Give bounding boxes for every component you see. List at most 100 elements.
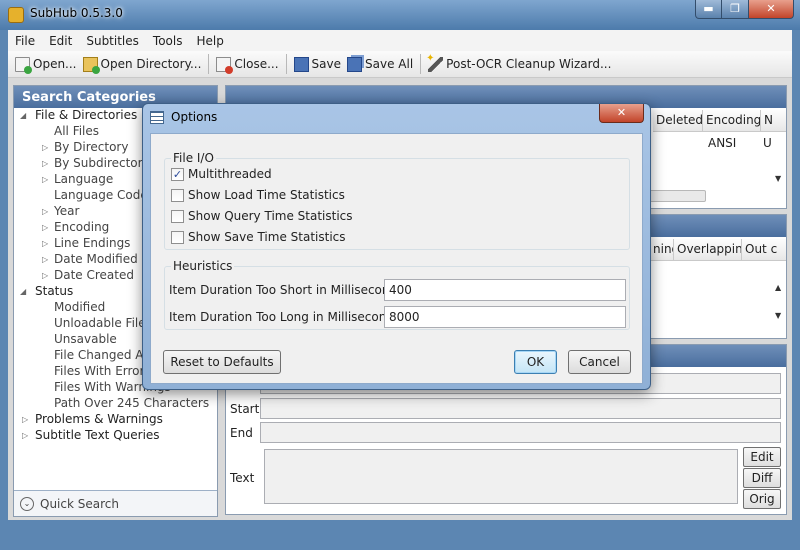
post-ocr-button[interactable]: Post-OCR Cleanup Wizard... xyxy=(425,53,614,75)
scroll-up-icon[interactable]: ▲ xyxy=(775,283,781,292)
quick-search-toggle[interactable]: ⌄ Quick Search xyxy=(14,490,217,516)
start-label: Start xyxy=(230,402,260,416)
menu-file[interactable]: File xyxy=(8,34,42,48)
tree-item-modified[interactable]: Modified xyxy=(54,300,105,314)
query-time-option[interactable]: Show Query Time Statistics xyxy=(171,209,353,223)
tree-item-status[interactable]: Status xyxy=(35,284,73,298)
tree-item-unsavable[interactable]: Unsavable xyxy=(54,332,117,346)
collapsed-arrow-icon[interactable]: ▷ xyxy=(42,239,48,248)
end-field[interactable] xyxy=(260,422,781,443)
load-time-option[interactable]: Show Load Time Statistics xyxy=(171,188,345,202)
tree-item-encoding[interactable]: Encoding xyxy=(54,220,109,234)
tree-item-by-directory[interactable]: By Directory xyxy=(54,140,128,154)
cell-n[interactable]: U xyxy=(763,136,772,150)
save-button[interactable]: Save xyxy=(291,53,344,75)
close-file-button[interactable]: Close... xyxy=(213,53,281,75)
collapsed-arrow-icon[interactable]: ▷ xyxy=(42,207,48,216)
collapsed-arrow-icon[interactable]: ▷ xyxy=(42,143,48,152)
diff-button[interactable]: Diff xyxy=(743,468,781,488)
tree-item-line-endings[interactable]: Line Endings xyxy=(54,236,130,250)
collapsed-arrow-icon[interactable]: ▷ xyxy=(42,175,48,184)
reset-to-defaults-button[interactable]: Reset to Defaults xyxy=(163,350,281,374)
edit-button[interactable]: Edit xyxy=(743,447,781,467)
too-long-input[interactable]: 8000 xyxy=(384,306,626,328)
collapsed-arrow-icon[interactable]: ▷ xyxy=(22,415,28,424)
minimize-button[interactable]: ▬ xyxy=(695,0,722,19)
tree-item-date-modified[interactable]: Date Modified xyxy=(54,252,138,266)
expanded-arrow-icon[interactable]: ◢ xyxy=(20,111,26,120)
toolbar-separator xyxy=(420,54,422,74)
toolbar-separator xyxy=(208,54,210,74)
tree-item-file-directories[interactable]: File & Directories xyxy=(35,108,137,122)
load-time-checkbox[interactable] xyxy=(171,188,184,202)
close-file-icon xyxy=(216,56,234,74)
tree-item-language[interactable]: Language xyxy=(54,172,113,186)
tree-item-year[interactable]: Year xyxy=(54,204,79,218)
collapsed-arrow-icon[interactable]: ▷ xyxy=(42,271,48,280)
heuristics-title: Heuristics xyxy=(171,259,235,273)
save-all-icon xyxy=(347,56,363,72)
orig-button[interactable]: Orig xyxy=(743,489,781,509)
expanded-arrow-icon[interactable]: ◢ xyxy=(20,287,26,296)
window-title: SubHub 0.5.3.0 xyxy=(30,6,123,20)
cancel-button[interactable]: Cancel xyxy=(568,350,631,374)
close-window-button[interactable]: ✕ xyxy=(749,0,794,19)
tree-item-all-files[interactable]: All Files xyxy=(54,124,99,138)
post-ocr-label: Post-OCR Cleanup Wizard... xyxy=(446,57,612,71)
open-folder-icon xyxy=(82,56,100,74)
open-directory-label: Open Directory... xyxy=(100,57,202,71)
window-controls: ▬ ❐ ✕ xyxy=(695,0,794,19)
start-field[interactable] xyxy=(260,398,781,419)
query-time-checkbox[interactable] xyxy=(171,209,184,223)
save-time-option[interactable]: Show Save Time Statistics xyxy=(171,230,346,244)
open-button[interactable]: Open... xyxy=(12,53,80,75)
tree-item-path-over-245[interactable]: Path Over 245 Characters xyxy=(54,396,209,410)
window-titlebar[interactable]: SubHub 0.5.3.0 ▬ ❐ ✕ xyxy=(0,0,800,30)
load-time-label: Show Load Time Statistics xyxy=(188,188,345,202)
column-header-overlapping[interactable]: Overlapping xyxy=(674,239,742,261)
tree-item-problems-warnings[interactable]: Problems & Warnings xyxy=(35,412,163,426)
cell-encoding[interactable]: ANSI xyxy=(708,136,736,150)
save-all-button[interactable]: Save All xyxy=(344,53,416,75)
menu-tools[interactable]: Tools xyxy=(146,34,190,48)
chevron-down-icon: ⌄ xyxy=(20,496,34,511)
column-header-out[interactable]: Out c xyxy=(742,239,786,261)
query-time-label: Show Query Time Statistics xyxy=(188,209,353,223)
collapsed-arrow-icon[interactable]: ▷ xyxy=(42,255,48,264)
tree-item-date-created[interactable]: Date Created xyxy=(54,268,134,282)
save-icon xyxy=(293,56,309,72)
scroll-down-icon[interactable]: ▼ xyxy=(775,311,781,320)
scroll-down-icon[interactable]: ▼ xyxy=(775,174,781,183)
column-header-deleted[interactable]: Deleted xyxy=(653,110,703,132)
menu-help[interactable]: Help xyxy=(189,34,230,48)
tree-item-files-with-errors[interactable]: Files With Errors xyxy=(54,364,151,378)
multithreaded-checkbox[interactable]: ✓ xyxy=(171,167,184,181)
magic-wand-icon xyxy=(426,53,444,72)
save-time-checkbox[interactable] xyxy=(171,230,184,244)
open-file-icon xyxy=(15,56,32,74)
tree-item-language-code[interactable]: Language Code xyxy=(54,188,148,202)
close-dialog-button[interactable]: ✕ xyxy=(599,104,644,123)
ok-button[interactable]: OK xyxy=(514,350,557,374)
column-header-n[interactable]: N xyxy=(761,110,786,132)
column-header-ning[interactable]: ning xyxy=(650,239,674,261)
tree-item-subtitle-text-queries[interactable]: Subtitle Text Queries xyxy=(35,428,160,442)
heuristics-group: Heuristics Item Duration Too Short in Mi… xyxy=(164,259,630,330)
options-dialog-icon xyxy=(150,111,164,124)
text-field[interactable] xyxy=(264,449,738,504)
collapsed-arrow-icon[interactable]: ▷ xyxy=(42,159,48,168)
collapsed-arrow-icon[interactable]: ▷ xyxy=(22,431,28,440)
too-short-input[interactable]: 400 xyxy=(384,279,626,301)
multithreaded-label: Multithreaded xyxy=(188,167,272,181)
open-directory-button[interactable]: Open Directory... xyxy=(80,53,205,75)
collapsed-arrow-icon[interactable]: ▷ xyxy=(42,223,48,232)
maximize-button[interactable]: ❐ xyxy=(722,0,749,19)
tree-item-unloadable-files[interactable]: Unloadable Files xyxy=(54,316,152,330)
multithreaded-option[interactable]: ✓ Multithreaded xyxy=(171,167,272,181)
menu-edit[interactable]: Edit xyxy=(42,34,79,48)
menu-subtitles[interactable]: Subtitles xyxy=(79,34,146,48)
toolbar: Open... Open Directory... Close... Save … xyxy=(8,51,792,78)
menu-bar: File Edit Subtitles Tools Help xyxy=(8,30,792,51)
save-label: Save xyxy=(311,57,342,71)
column-header-encoding[interactable]: Encoding xyxy=(703,110,761,132)
